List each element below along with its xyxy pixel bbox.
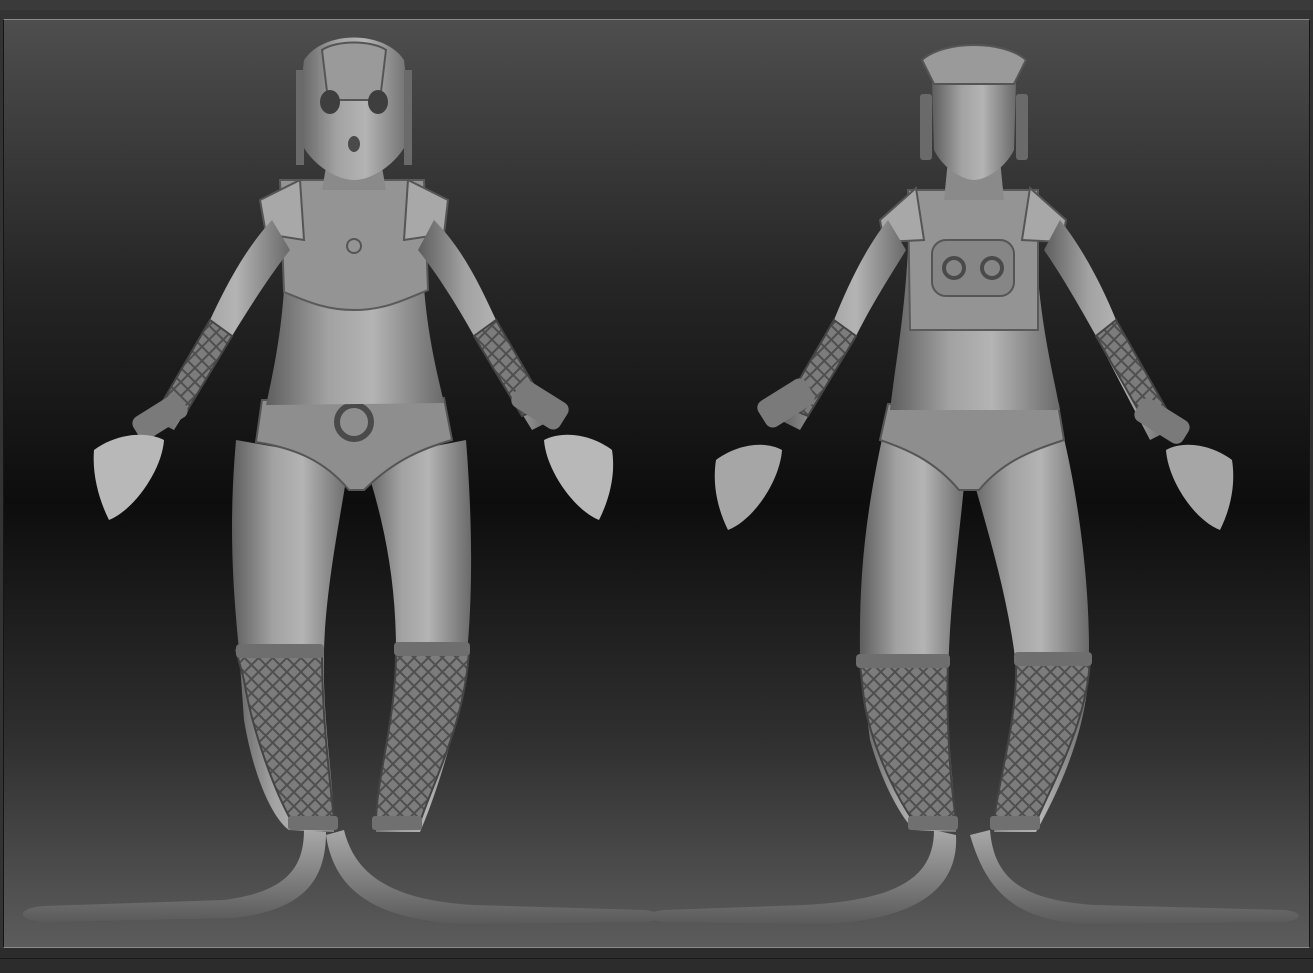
front-headphone-left [296, 70, 304, 165]
back-ankle-band-left [908, 816, 958, 830]
front-sock-band-left [236, 644, 324, 658]
back-hand-right [1166, 444, 1234, 530]
front-hand-left [93, 434, 164, 520]
model-back[interactable] [649, 44, 1299, 924]
back-sock-band-right [1014, 652, 1092, 666]
back-tail-left [649, 830, 957, 924]
front-ankle-band-left [288, 816, 338, 830]
front-sock-right [374, 646, 471, 823]
back-headphone-left [920, 94, 932, 160]
front-tail-right [326, 830, 659, 924]
front-eye-left [320, 90, 340, 114]
viewport-canvas[interactable] [3, 19, 1310, 948]
back-hand-left [714, 444, 782, 530]
front-headphone-right [404, 70, 412, 165]
back-sock-left [858, 658, 958, 824]
viewport-svg [23, 37, 1299, 925]
back-helmet-top [920, 44, 1028, 85]
front-tail-left [23, 830, 326, 922]
back-sock-band-left [856, 654, 950, 668]
app-window [0, 0, 1313, 973]
front-mouth [348, 136, 360, 152]
top-toolbar-strip [0, 0, 1313, 10]
back-tail-right [970, 830, 1299, 924]
front-sock-band-right [394, 642, 470, 656]
front-ankle-band-right [372, 816, 422, 830]
bottom-divider [0, 958, 1313, 959]
back-headphone-right [1016, 94, 1028, 160]
back-ankle-band-right [990, 816, 1040, 830]
model-front[interactable] [23, 37, 659, 925]
front-eye-right [368, 90, 388, 114]
front-hand-right [544, 434, 614, 520]
bottom-status-strip [0, 948, 1313, 973]
